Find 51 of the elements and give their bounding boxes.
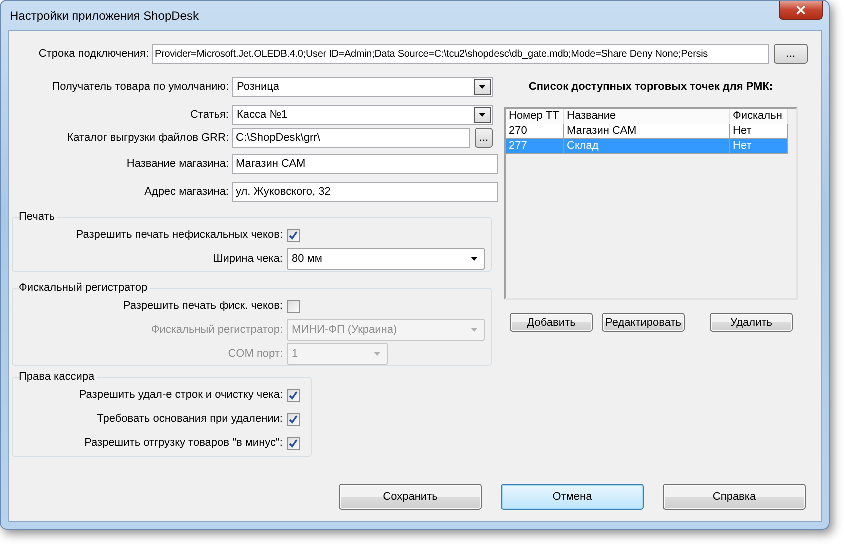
- checkbox-label: Разрешить удал-е строк и очистку чека:: [78, 389, 283, 401]
- list-action-button[interactable]: Удалить: [710, 313, 793, 332]
- path-field[interactable]: C:\ShopDesk\grr\: [232, 128, 470, 148]
- dropdown-arrow-icon: [374, 352, 381, 356]
- checkbox-label: Разрешить отгрузку товаров "в минус":: [84, 437, 283, 449]
- field-label: Название магазина:: [126, 158, 229, 170]
- dialog-button[interactable]: Сохранить: [339, 484, 482, 510]
- text-field[interactable]: Магазин САМ: [232, 154, 498, 174]
- dialog-button[interactable]: Справка: [663, 484, 806, 510]
- checkbox[interactable]: [287, 412, 300, 426]
- dialog-button[interactable]: Отмена: [501, 484, 644, 510]
- dropdown-label: Фискальный регистратор:: [150, 324, 283, 336]
- list-action-button[interactable]: Редактировать: [602, 313, 685, 332]
- table-cell[interactable]: Нет: [730, 124, 788, 139]
- checkbox[interactable]: [287, 436, 300, 450]
- combo-box[interactable]: Касса №1: [232, 105, 493, 125]
- column-header[interactable]: Номер ТТ: [506, 109, 564, 124]
- checkbox[interactable]: [287, 228, 300, 242]
- window-title: Настройки приложения ShopDesk: [10, 9, 199, 23]
- checkbox-label: Требовать основания при удалении:: [96, 413, 283, 425]
- dropdown-arrow-icon: [479, 113, 486, 117]
- list-title: Список доступных торговых точек для РМК:: [528, 81, 774, 93]
- list-action-button[interactable]: Добавить: [510, 313, 593, 332]
- table-cell[interactable]: Магазин САМ: [564, 124, 730, 139]
- dropdown-arrow-icon: [471, 328, 478, 332]
- column-header[interactable]: Название: [564, 109, 730, 124]
- field-label: Получатель товара по умолчанию:: [51, 81, 229, 93]
- table-cell[interactable]: 270: [506, 124, 564, 139]
- dropdown-label: Ширина чека:: [212, 253, 283, 265]
- checkbox-label: Разрешить печать нефискальных чеков:: [75, 229, 283, 241]
- group-title: Фискальный регистратор: [19, 282, 149, 294]
- checkbox[interactable]: [287, 388, 300, 402]
- dropdown[interactable]: 80 мм: [287, 248, 485, 270]
- connection-string-field[interactable]: Provider=Microsoft.Jet.OLEDB.4.0;User ID=Admin;Data Source=C:\tcu2\shopdesc\db_gate.mdb;Mode=Share Deny None;Persis: [152, 44, 769, 64]
- checkbox-label: Разрешить печать фиск. чеков:: [122, 300, 283, 312]
- browse-button[interactable]: ...: [475, 128, 493, 148]
- combo-box[interactable]: Розница: [232, 77, 493, 97]
- dropdown-label: COM порт:: [227, 348, 283, 360]
- group-title: Права кассира: [19, 371, 96, 383]
- checkbox[interactable]: [287, 300, 300, 312]
- text-field[interactable]: ул. Жуковского, 32: [232, 182, 498, 202]
- dropdown-arrow-icon: [479, 85, 486, 89]
- field-label: Адрес магазина:: [144, 186, 229, 198]
- field-label: Каталог выгрузки файлов GRR:: [66, 132, 229, 144]
- field-label: Строка подключения:: [38, 48, 149, 60]
- dropdown-arrow-icon: [471, 257, 478, 261]
- browse-button[interactable]: ...: [774, 44, 808, 64]
- close-button[interactable]: ×: [779, 1, 823, 20]
- column-header[interactable]: Фискальн: [730, 109, 788, 124]
- group-title: Печать: [19, 211, 56, 223]
- field-label: Статья:: [189, 109, 229, 121]
